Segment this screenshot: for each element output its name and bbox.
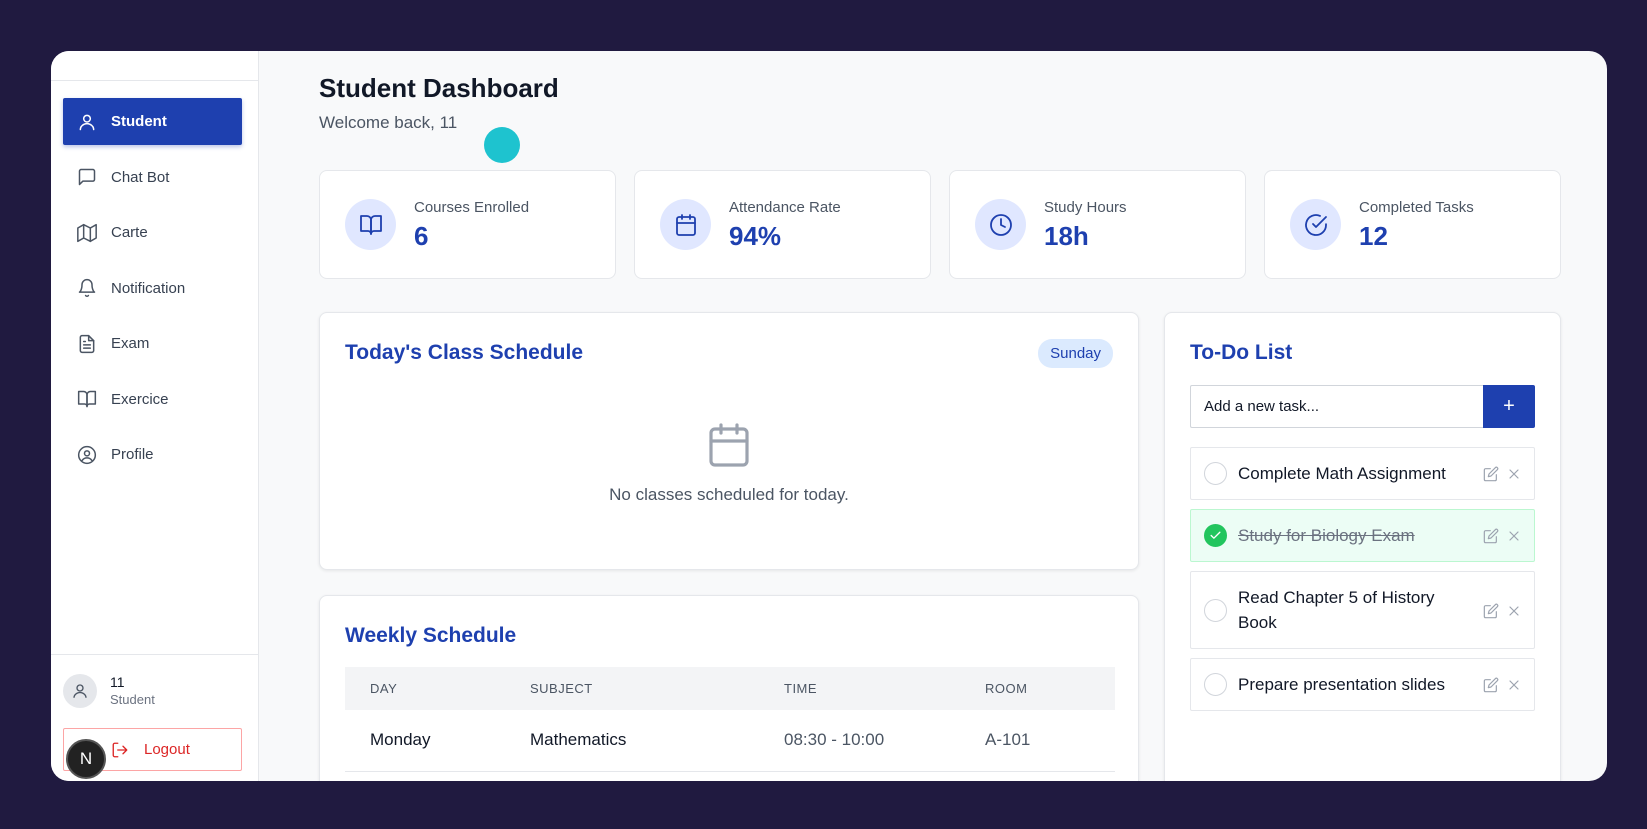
task-checkbox-checked[interactable]: [1204, 524, 1227, 547]
clock-icon: [975, 199, 1026, 250]
book-open-icon: [345, 199, 396, 250]
task-text: Prepare presentation slides: [1238, 675, 1445, 694]
stat-label: Completed Tasks: [1359, 199, 1474, 216]
sidebar-item-chat-bot[interactable]: Chat Bot: [63, 154, 242, 201]
page-title: Student Dashboard: [319, 73, 559, 103]
task-text: Read Chapter 5 of History Book: [1238, 588, 1435, 632]
weekly-schedule-table: DAY SUBJECT TIME ROOM Monday Mathematics…: [345, 667, 1115, 772]
map-icon: [77, 223, 97, 243]
task-checkbox[interactable]: [1204, 673, 1227, 696]
cell-room: A-101: [985, 710, 1115, 772]
logout-label: Logout: [144, 741, 190, 758]
column-header-room: ROOM: [985, 667, 1115, 710]
weekly-schedule-card: Weekly Schedule DAY SUBJECT TIME ROOM Mo…: [319, 595, 1139, 781]
close-icon[interactable]: [1506, 528, 1522, 544]
task-checkbox[interactable]: [1204, 599, 1227, 622]
todo-item: Study for Biology Exam: [1190, 509, 1535, 562]
column-header-day: DAY: [345, 667, 530, 710]
stat-label: Study Hours: [1044, 199, 1127, 216]
sidebar-item-exercice[interactable]: Exercice: [63, 376, 242, 423]
stat-value: 12: [1359, 221, 1388, 251]
user-role: Student: [110, 692, 155, 707]
weekly-schedule-title: Weekly Schedule: [345, 624, 517, 647]
column-header-subject: SUBJECT: [530, 667, 784, 710]
cursor-indicator: [484, 127, 520, 163]
avatar: [63, 674, 97, 708]
today-schedule-title: Today's Class Schedule: [345, 341, 584, 364]
framework-badge[interactable]: N: [66, 739, 106, 779]
task-text: Complete Math Assignment: [1238, 464, 1446, 483]
new-task-input[interactable]: [1190, 385, 1483, 428]
logout-icon: [112, 742, 128, 757]
sidebar: Student Chat Bot Carte Notification Exam…: [51, 51, 259, 781]
stat-value: 18h: [1044, 221, 1089, 251]
day-badge: Sunday: [1038, 339, 1113, 368]
todo-item: Complete Math Assignment: [1190, 447, 1535, 500]
sidebar-divider: [51, 80, 259, 81]
sidebar-item-notification[interactable]: Notification: [63, 265, 242, 312]
stat-label: Attendance Rate: [729, 199, 841, 216]
close-icon[interactable]: [1506, 677, 1522, 693]
close-icon[interactable]: [1506, 466, 1522, 482]
today-schedule-card: Today's Class Schedule Sunday No classes…: [319, 312, 1139, 570]
sidebar-item-profile[interactable]: Profile: [63, 431, 242, 478]
bell-icon: [77, 278, 97, 298]
cell-subject: Mathematics: [530, 710, 784, 772]
table-header-row: DAY SUBJECT TIME ROOM: [345, 667, 1115, 710]
edit-icon[interactable]: [1483, 603, 1499, 619]
sidebar-item-label: Notification: [111, 279, 186, 297]
sidebar-item-label: Profile: [111, 446, 154, 463]
user-circle-icon: [77, 445, 97, 465]
stat-card-study-hours: Study Hours 18h: [949, 170, 1246, 279]
sidebar-nav: Student Chat Bot Carte Notification Exam…: [63, 98, 242, 487]
stat-label: Courses Enrolled: [414, 199, 530, 216]
sidebar-item-label: Chat Bot: [111, 168, 170, 186]
todo-title: To-Do List: [1190, 341, 1293, 364]
user-icon: [77, 112, 97, 132]
stat-card-completed-tasks: Completed Tasks 12: [1264, 170, 1561, 279]
welcome-text: Welcome back, 11: [319, 113, 458, 132]
file-text-icon: [77, 334, 97, 354]
edit-icon[interactable]: [1483, 528, 1499, 544]
stat-card-courses: Courses Enrolled 6: [319, 170, 616, 279]
task-checkbox[interactable]: [1204, 462, 1227, 485]
table-row: Monday Mathematics 08:30 - 10:00 A-101: [345, 710, 1115, 772]
sidebar-item-student[interactable]: Student: [63, 98, 242, 145]
edit-icon[interactable]: [1483, 466, 1499, 482]
user-name: 11: [110, 674, 125, 690]
close-icon[interactable]: [1506, 603, 1522, 619]
app-window: Student Chat Bot Carte Notification Exam…: [51, 51, 1607, 781]
edit-icon[interactable]: [1483, 677, 1499, 693]
user-info: 11 Student: [63, 673, 155, 709]
calendar-icon: [660, 199, 711, 250]
sidebar-item-label: Student: [111, 113, 167, 130]
sidebar-item-carte[interactable]: Carte: [63, 209, 242, 256]
sidebar-divider: [51, 654, 259, 655]
task-text: Study for Biology Exam: [1238, 526, 1415, 545]
cell-time: 08:30 - 10:00: [784, 710, 985, 772]
sidebar-item-label: Exam: [111, 335, 150, 352]
todo-card: To-Do List + Complete Math Assignment St…: [1164, 312, 1561, 781]
sidebar-item-label: Carte: [111, 224, 148, 241]
empty-schedule-message: No classes scheduled for today.: [609, 485, 849, 504]
stat-value: 6: [414, 221, 429, 251]
todo-item: Prepare presentation slides: [1190, 658, 1535, 711]
add-task-button[interactable]: +: [1483, 385, 1535, 428]
column-header-time: TIME: [784, 667, 985, 710]
stat-value: 94%: [729, 221, 782, 251]
check-circle-icon: [1290, 199, 1341, 250]
todo-item: Read Chapter 5 of History Book: [1190, 571, 1535, 649]
check-icon: [1210, 531, 1221, 539]
calendar-icon: [705, 421, 753, 469]
sidebar-item-label: Exercice: [111, 390, 169, 408]
cell-day: Monday: [345, 710, 530, 772]
book-open-icon: [77, 389, 97, 409]
chat-icon: [77, 167, 97, 187]
user-icon: [73, 684, 87, 698]
stat-card-attendance: Attendance Rate 94%: [634, 170, 931, 279]
sidebar-item-exam[interactable]: Exam: [63, 320, 242, 367]
